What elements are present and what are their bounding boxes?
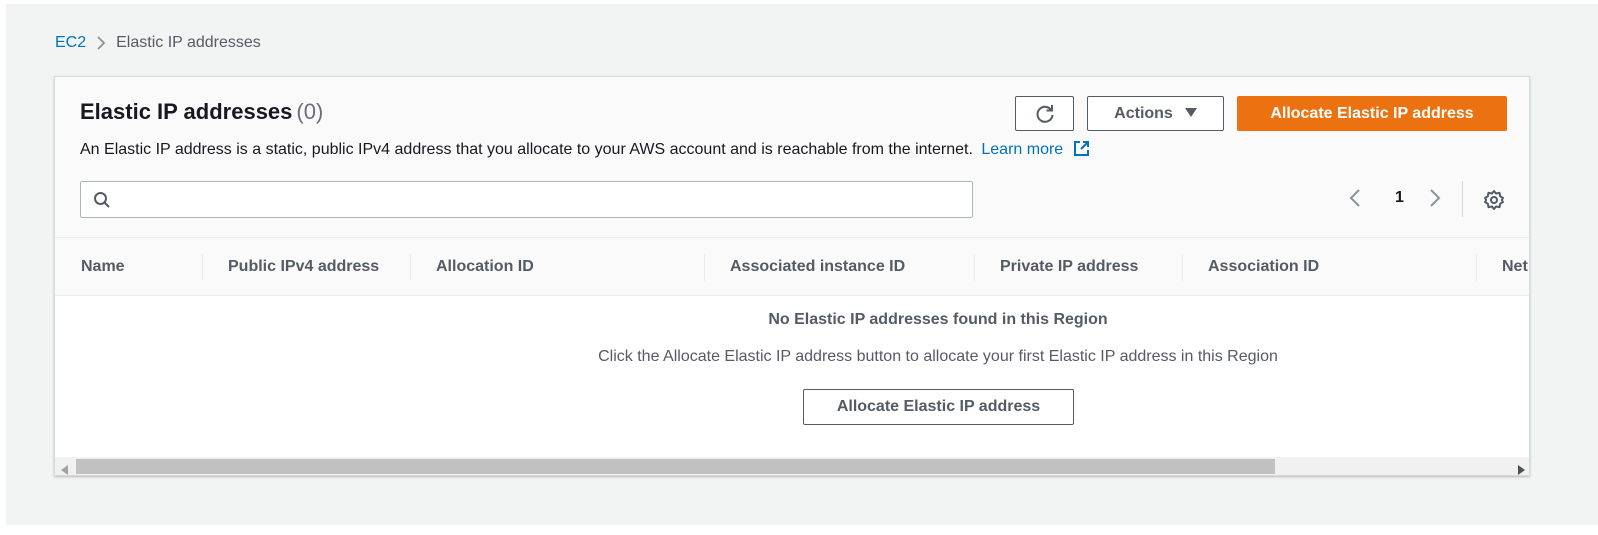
learn-more-link[interactable]: Learn more [981,141,1063,158]
chevron-left-icon[interactable] [1349,188,1361,213]
refresh-icon [1036,104,1053,123]
empty-state-description: Click the Allocate Elastic IP address bu… [598,348,1278,365]
current-page-number[interactable]: 1 [1395,189,1404,207]
breadcrumb-ec2-link[interactable]: EC2 [55,34,86,52]
horizontal-scrollbar[interactable] [55,457,1529,475]
column-divider[interactable] [974,254,975,281]
elastic-ip-panel: Elastic IP addresses (0) Actions Allocate… [54,76,1530,476]
search-box[interactable] [80,181,973,218]
external-link-icon[interactable] [1073,140,1090,162]
search-icon [93,191,111,214]
refresh-button[interactable] [1015,96,1074,131]
column-header-private-ip[interactable]: Private IP address [1000,238,1138,295]
chevron-right-icon[interactable] [1429,188,1441,213]
toolbar-divider [1462,181,1463,217]
column-header-association-id[interactable]: Association ID [1208,238,1319,295]
column-header-associated-instance-id[interactable]: Associated instance ID [730,238,905,295]
chevron-right-icon [86,35,116,51]
search-input[interactable] [121,186,965,215]
frame-edge [0,0,1598,4]
description-text: An Elastic IP address is a static, publi… [80,141,973,158]
column-divider[interactable] [202,254,203,281]
actions-dropdown-button[interactable]: Actions [1087,96,1224,131]
column-header-network[interactable]: Net [1502,238,1529,295]
page-description: An Elastic IP address is a static, publi… [80,140,1090,162]
actions-label: Actions [1114,104,1173,122]
breadcrumb-current: Elastic IP addresses [116,34,261,51]
item-count: (0) [296,99,324,124]
table-header: Name Public IPv4 address Allocation ID A… [55,237,1529,296]
column-divider[interactable] [1476,254,1477,281]
column-header-public-ipv4[interactable]: Public IPv4 address [228,238,379,295]
column-divider[interactable] [704,254,705,281]
scrollbar-thumb[interactable] [76,459,1275,474]
scroll-left-arrow-icon[interactable] [61,462,69,475]
page-title-text: Elastic IP addresses [80,99,293,124]
allocate-elastic-ip-empty-button[interactable]: Allocate Elastic IP address [803,389,1074,425]
column-header-allocation-id[interactable]: Allocation ID [436,238,534,295]
gear-icon[interactable] [1483,189,1505,216]
column-header-name[interactable]: Name [81,238,125,295]
empty-state-title: No Elastic IP addresses found in this Re… [768,311,1108,328]
frame-edge [0,0,6,535]
allocate-elastic-ip-button[interactable]: Allocate Elastic IP address [1237,96,1507,131]
page-title: Elastic IP addresses (0) [80,99,323,125]
frame-edge [0,525,1598,535]
breadcrumb: EC2 Elastic IP addresses [55,34,261,52]
caret-down-icon [1184,105,1197,123]
column-divider[interactable] [410,254,411,281]
column-divider[interactable] [1182,254,1183,281]
panel-header: Elastic IP addresses (0) Actions Allocate… [55,77,1529,237]
scroll-right-arrow-icon[interactable] [1517,462,1525,475]
